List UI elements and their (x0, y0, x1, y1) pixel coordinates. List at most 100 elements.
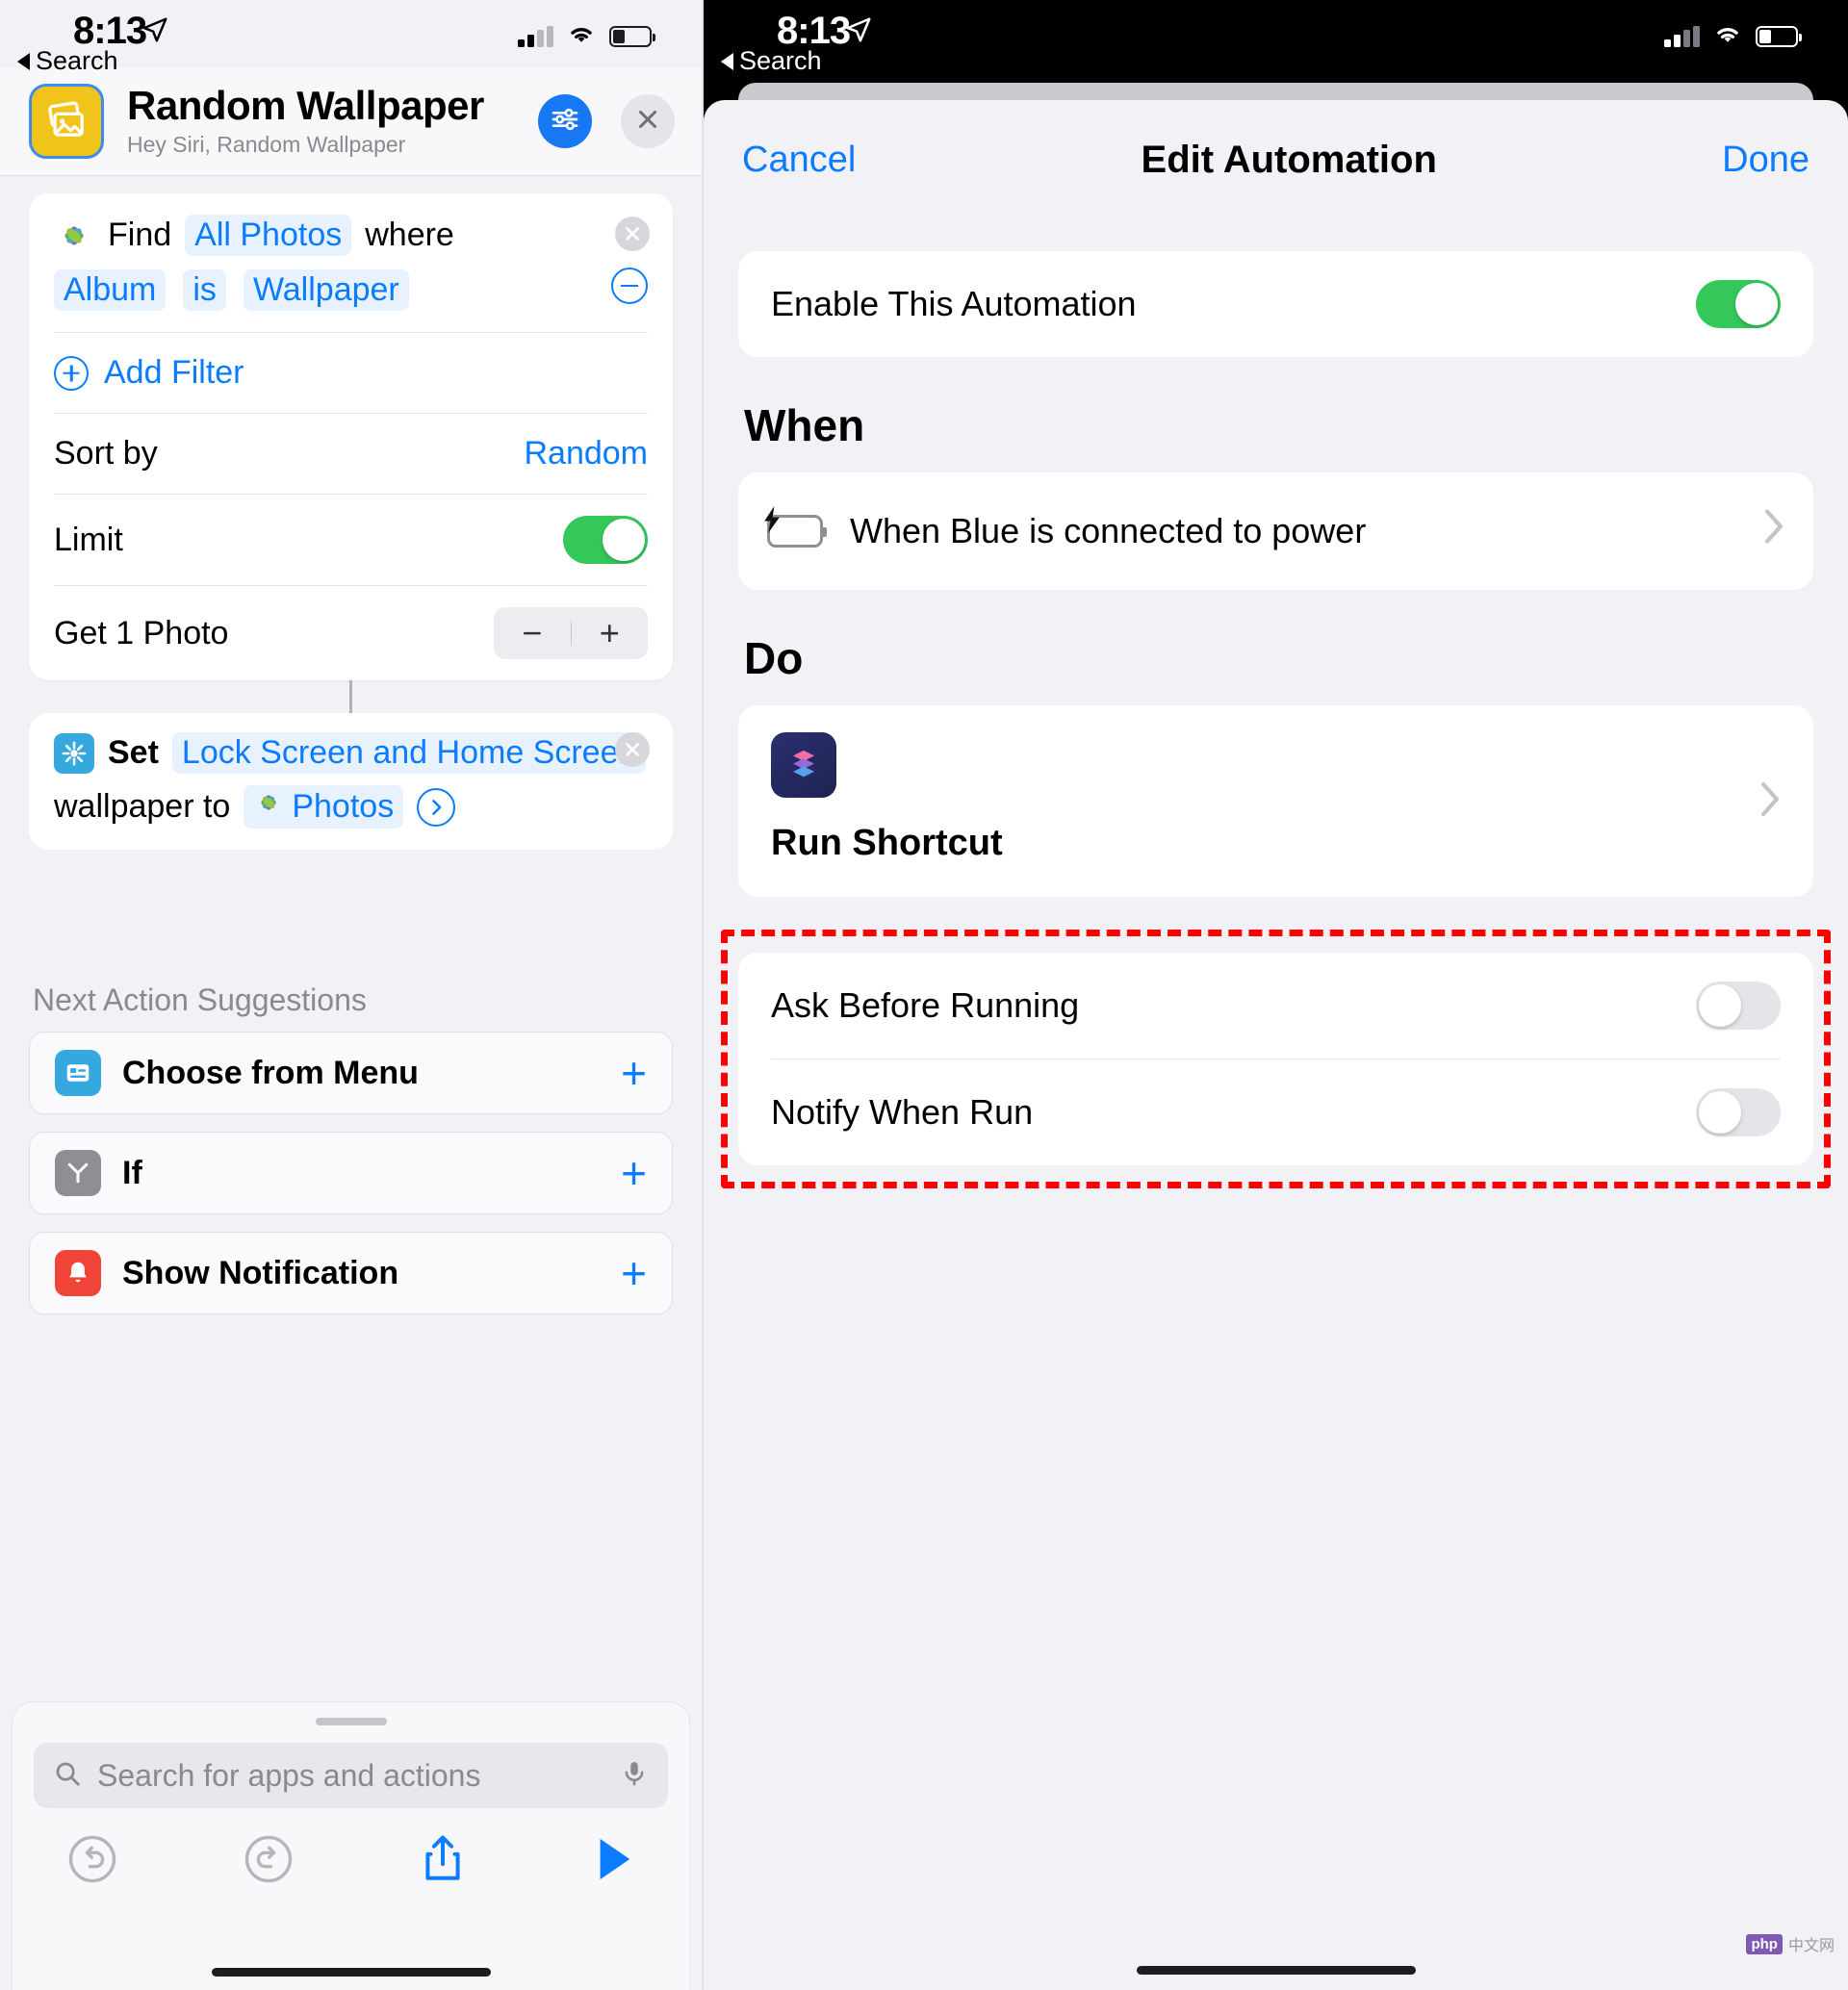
suggestion-label: If (122, 1154, 142, 1191)
add-suggestion-button[interactable]: + (621, 1051, 647, 1095)
cancel-button[interactable]: Cancel (742, 140, 856, 181)
editor-toolbar (34, 1808, 668, 1890)
action-connector-line (349, 680, 352, 713)
set-target-token[interactable]: Lock Screen and Home Screen (171, 732, 647, 774)
sliders-icon (550, 104, 580, 140)
shortcut-subtitle: Hey Siri, Random Wallpaper (127, 131, 406, 157)
limit-row: Limit (29, 495, 673, 585)
battery-charging-icon (764, 506, 827, 548)
search-icon (53, 1759, 82, 1793)
enable-automation-card: Enable This Automation (738, 251, 1813, 357)
set-value-token[interactable]: Photos (244, 785, 404, 829)
play-icon[interactable] (591, 1834, 635, 1889)
cellular-signal-icon (1664, 25, 1700, 47)
left-phone-screen: 8:13 Search Random Wallpaper Hey Siri, R… (0, 0, 704, 1990)
shortcut-editor-body: Find All Photos where Album is Wallpaper (0, 193, 702, 1314)
add-filter-button[interactable]: Add Filter (29, 333, 673, 413)
ask-before-running-row: Ask Before Running (738, 953, 1813, 1059)
edit-automation-sheet: Cancel Edit Automation Done Enable This … (704, 100, 1848, 1990)
limit-toggle[interactable] (563, 516, 648, 564)
filter-field-token[interactable]: Album (54, 269, 167, 311)
set-mid-text: wallpaper to (54, 788, 231, 825)
toggle-knob (1699, 1091, 1741, 1134)
do-section-title: Do (744, 633, 804, 683)
wifi-icon (565, 21, 598, 51)
photo-count-label: Get 1 Photo (54, 614, 229, 651)
filter-value-token[interactable]: Wallpaper (243, 269, 409, 311)
watermark: php 中文网 (1746, 1932, 1835, 1955)
add-suggestion-button[interactable]: + (621, 1251, 647, 1295)
notify-when-run-toggle[interactable] (1696, 1088, 1781, 1136)
ask-before-running-label: Ask Before Running (771, 985, 1080, 1025)
add-filter-label: Add Filter (104, 354, 244, 391)
back-label: Search (36, 46, 118, 75)
find-verb: Find (108, 217, 172, 253)
find-where-text: where (365, 217, 454, 253)
when-trigger-row[interactable]: When Blue is connected to power (738, 472, 1813, 590)
cellular-signal-icon (518, 25, 553, 47)
set-wallpaper-action-card[interactable]: Set Lock Screen and Home Screen wallpape… (29, 713, 673, 850)
stepper-decrement-button[interactable]: − (494, 613, 571, 653)
remove-filter-button[interactable] (611, 268, 648, 304)
watermark-badge: php (1746, 1933, 1783, 1954)
set-verb: Set (108, 734, 159, 771)
shortcut-title-block: Random Wallpaper Hey Siri, Random Wallpa… (127, 85, 515, 157)
highlighted-options-group: Ask Before Running Notify When Run (721, 930, 1831, 1188)
remove-action-button[interactable] (615, 732, 650, 767)
suggestion-row-show-notification[interactable]: Show Notification + (29, 1232, 673, 1314)
close-shortcut-button[interactable] (621, 94, 675, 148)
home-indicator (211, 1968, 491, 1977)
set-value-label: Photos (292, 788, 395, 825)
when-trigger-card[interactable]: When Blue is connected to power (738, 472, 1813, 590)
remove-action-button[interactable] (615, 217, 650, 251)
back-to-search-button[interactable]: Search (721, 46, 822, 76)
sheet-grabber[interactable] (315, 1718, 387, 1725)
location-arrow-icon (141, 15, 169, 49)
notify-when-run-row: Notify When Run (738, 1059, 1813, 1165)
sort-by-row[interactable]: Sort by Random (29, 414, 673, 494)
shortcut-app-icon (29, 84, 104, 159)
redo-icon[interactable] (243, 1833, 295, 1890)
toggle-knob (603, 519, 645, 561)
quantity-stepper[interactable]: − + (494, 607, 648, 659)
stepper-increment-button[interactable]: + (572, 613, 649, 653)
menu-action-icon (55, 1050, 101, 1096)
search-input[interactable]: Search for apps and actions (34, 1743, 668, 1808)
ask-before-running-toggle[interactable] (1696, 982, 1781, 1030)
back-to-search-button[interactable]: Search (17, 46, 118, 76)
suggestion-label: Show Notification (122, 1254, 399, 1291)
wallpaper-app-icon (54, 732, 94, 774)
undo-icon[interactable] (66, 1833, 118, 1890)
find-photos-action-card[interactable]: Find All Photos where Album is Wallpaper (29, 193, 673, 680)
add-suggestion-button[interactable]: + (621, 1151, 647, 1195)
microphone-icon[interactable] (620, 1759, 649, 1793)
suggestion-row-choose-from-menu[interactable]: Choose from Menu + (29, 1032, 673, 1114)
chevron-right-icon (1763, 508, 1784, 554)
share-icon[interactable] (419, 1833, 467, 1890)
watermark-text: 中文网 (1787, 1938, 1835, 1954)
expand-action-button[interactable] (417, 787, 456, 827)
filter-operator-token[interactable]: is (183, 269, 226, 311)
sort-by-value[interactable]: Random (524, 435, 648, 472)
photo-count-row: Get 1 Photo − + (29, 586, 673, 680)
close-icon (633, 105, 662, 139)
status-icons (1664, 21, 1802, 51)
find-source-token[interactable]: All Photos (185, 215, 352, 256)
if-action-icon (55, 1150, 101, 1196)
sheet-title: Edit Automation (1141, 139, 1437, 181)
enable-automation-label: Enable This Automation (771, 284, 1137, 323)
battery-icon (609, 25, 655, 47)
status-bar: 8:13 Search (704, 0, 1848, 75)
shortcuts-app-icon (771, 732, 836, 798)
suggestion-row-if[interactable]: If + (29, 1132, 673, 1214)
done-button[interactable]: Done (1722, 140, 1810, 181)
status-bar: 8:13 Search (0, 0, 702, 75)
enable-automation-toggle[interactable] (1696, 280, 1781, 328)
run-shortcut-card[interactable]: Run Shortcut (738, 705, 1813, 897)
when-section-title: When (744, 400, 865, 450)
enable-automation-row: Enable This Automation (738, 251, 1813, 357)
right-phone-screen: 8:13 Search Cancel Edit Automation Done … (704, 0, 1848, 1990)
photos-app-icon (253, 787, 284, 827)
shortcut-settings-button[interactable] (538, 94, 592, 148)
battery-icon (1756, 25, 1802, 47)
